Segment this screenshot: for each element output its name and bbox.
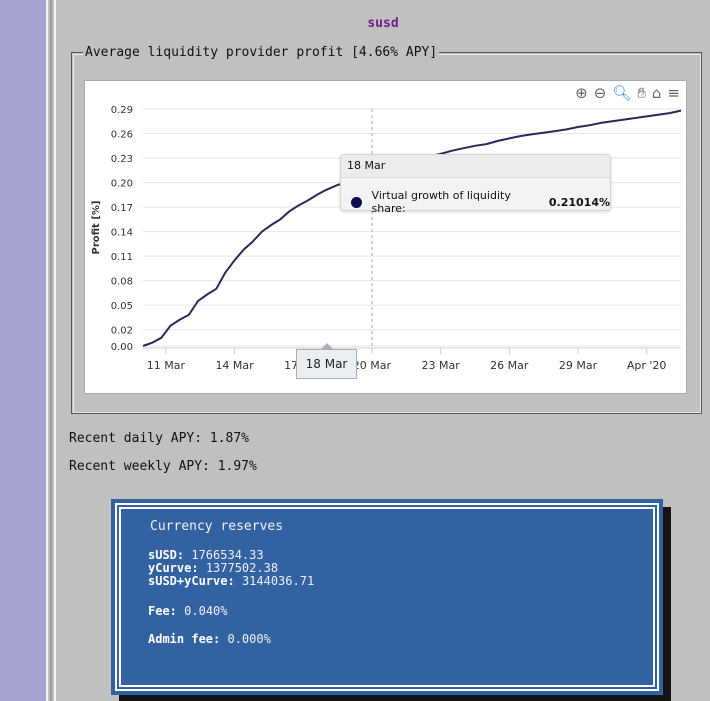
profit-chart[interactable]: 0.29 0.26 0.23 0.20 0.17 0.14 0.11 0.08 0.05 0.02…	[84, 80, 687, 394]
zoom-out-icon[interactable]: ⊖	[594, 85, 607, 101]
pan-hand-icon[interactable]: ✋︎	[637, 85, 646, 101]
left-frame-border	[46, 0, 56, 701]
y-tick-label: 0.02	[111, 326, 133, 337]
fee-value: 0.040%	[184, 604, 228, 618]
y-tick-label: 0.14	[111, 228, 133, 239]
reserves-title: Currency reserves	[150, 519, 284, 534]
series-marker-icon	[351, 196, 362, 208]
fee-line: Fee: 0.040%	[148, 605, 228, 618]
y-tick-label: 0.23	[111, 154, 133, 165]
chart-tooltip: 18 Mar Virtual growth of liquidity share…	[340, 154, 611, 215]
chart-svg[interactable]: 0.29 0.26 0.23 0.20 0.17 0.14 0.11 0.08 0.05 0.02…	[85, 81, 686, 393]
x-tick-label: 29 Mar	[559, 359, 598, 372]
tooltip-series-label: Virtual growth of liquidity share:	[371, 189, 511, 215]
fee-label: Fee:	[148, 604, 177, 618]
x-tick-label: 20 Mar	[353, 359, 392, 372]
y-tick-label: 0.00	[111, 342, 133, 353]
crosshair-x-label: 18 Mar	[296, 343, 357, 379]
reserve-value: 1377502.38	[205, 561, 279, 575]
y-tick-label: 0.11	[111, 252, 133, 263]
y-tick-label: 0.29	[111, 105, 133, 116]
x-tick-label: Apr '20	[627, 359, 667, 372]
series-line	[142, 109, 682, 347]
pool-title: susd	[367, 16, 399, 31]
chart-toolbar: ⊕ ⊖ 🔍︎ ✋︎ ⌂ ≡	[575, 85, 680, 101]
reserves-border-inner	[119, 507, 655, 687]
home-icon[interactable]: ⌂	[652, 85, 662, 101]
x-tick-label: 11 Mar	[147, 359, 186, 372]
reserve-value: 3144036.71	[241, 574, 315, 588]
y-tick-label: 0.20	[111, 179, 133, 190]
y-tick-label: 0.05	[111, 301, 133, 312]
recent-daily-apy: Recent daily APY: 1.87%	[69, 431, 250, 446]
tooltip-date: 18 Mar	[341, 155, 610, 178]
zoom-in-icon[interactable]: ⊕	[575, 85, 588, 101]
x-tick-label: 26 Mar	[490, 359, 529, 372]
menu-icon[interactable]: ≡	[667, 85, 680, 101]
admin-fee-line: Admin fee: 0.000%	[148, 633, 271, 646]
currency-reserves-panel: Currency reserves sUSD: 1766534.33 yCurv…	[111, 499, 663, 695]
y-tick-label: 0.26	[111, 130, 133, 141]
y-tick-label: 0.08	[111, 277, 133, 288]
y-tick-label: 0.17	[111, 203, 133, 214]
reserve-label: sUSD:	[148, 548, 185, 562]
fieldset-legend: Average liquidity provider profit [4.66%…	[83, 45, 440, 60]
reserve-total: sUSD+yCurve: 3144036.71	[148, 575, 314, 588]
x-tick-label: 23 Mar	[421, 359, 460, 372]
reserve-label: sUSD+yCurve:	[148, 574, 235, 588]
y-axis-label: Profit [%]	[91, 201, 102, 255]
admin-fee-label: Admin fee:	[148, 632, 221, 646]
magnify-icon[interactable]: 🔍︎	[612, 85, 631, 101]
reserve-value: 1766534.33	[191, 548, 264, 562]
admin-fee-value: 0.000%	[227, 632, 271, 646]
recent-weekly-apy: Recent weekly APY: 1.97%	[69, 459, 257, 474]
x-tick-label: 14 Mar	[215, 359, 254, 372]
left-sidebar	[0, 0, 46, 701]
reserve-label: yCurve:	[148, 561, 199, 575]
tooltip-value: 0.21014%	[548, 195, 610, 209]
